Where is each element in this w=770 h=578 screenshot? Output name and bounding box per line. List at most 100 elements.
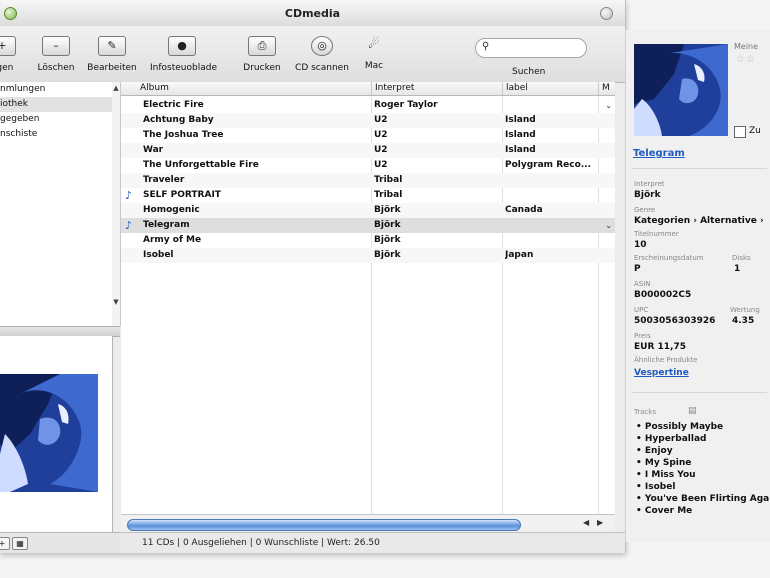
table-row[interactable]: Traveler Tribal <box>121 173 615 188</box>
album-table: Album Interpret label M Electric Fire Ro… <box>121 82 615 514</box>
label-cell: Island <box>505 115 536 125</box>
edit-label: Bearbeiten <box>87 63 137 73</box>
tracks-label: Tracks <box>634 408 656 416</box>
printer-icon: ⎙ <box>248 36 276 56</box>
mac-label: Mac <box>364 61 384 71</box>
search-input[interactable] <box>496 41 582 53</box>
sidebar-scrollbar[interactable]: ▲ ▼ <box>112 82 121 326</box>
label-cell: Japan <box>505 250 534 260</box>
checkbox[interactable] <box>734 126 746 138</box>
checkbox-label: Zu <box>749 126 761 136</box>
field-value: P <box>634 264 641 274</box>
album-cell: Homogenic <box>143 205 200 215</box>
artist-cell: Björk <box>374 235 401 245</box>
status-bar: 11 CDs | 0 Ausgeliehen | 0 Wunschliste |… <box>120 532 625 553</box>
tracks-list-icon[interactable]: ▤ <box>688 406 697 416</box>
field-value: 5003056303926 <box>634 316 716 326</box>
network-icon: ☄ <box>368 37 380 52</box>
table-row[interactable]: Electric Fire Roger Taylor ⌄ <box>121 98 615 113</box>
edit-button[interactable]: ✎ Bearbeiten <box>80 36 144 73</box>
scroll-down-icon[interactable]: ▼ <box>112 298 120 306</box>
field-label: Interpret <box>634 180 665 188</box>
sidebar-item-library[interactable]: iothek <box>0 97 112 112</box>
search-box: ⚲ <box>475 38 587 58</box>
sidebar: nmlungen iothek gegeben nschiste <box>0 82 113 326</box>
info-icon: ● <box>168 36 196 56</box>
track-item: • My Spine <box>636 458 692 468</box>
album-cell: War <box>143 145 164 155</box>
scroll-thumb[interactable] <box>127 519 521 531</box>
scroll-right-icon[interactable]: ▶ <box>597 518 603 527</box>
chevron-down-icon: ⌄ <box>605 101 612 110</box>
table-row[interactable]: ♪ SELF PORTRAIT Tribal <box>121 188 615 203</box>
mac-button[interactable]: ☄ Mac <box>342 36 406 71</box>
sidebar-item-collections[interactable]: nmlungen <box>0 82 112 97</box>
sidebar-item-wishlist[interactable]: nschiste <box>0 127 112 142</box>
table-row-selected[interactable]: ♪ Telegram Björk ⌄ <box>121 218 615 233</box>
column-album[interactable]: Album <box>137 82 372 95</box>
track-item: • I Miss You <box>636 470 696 480</box>
table-row[interactable]: War U2 Island <box>121 143 615 158</box>
table-row[interactable]: The Joshua Tree U2 Island <box>121 128 615 143</box>
status-text: 11 CDs | 0 Ausgeliehen | 0 Wunschliste |… <box>142 538 380 548</box>
field-value: B000002C5 <box>634 290 692 300</box>
info-drawer: Meine ☆☆ Zu Telegram Interpret Björk Gen… <box>625 30 770 542</box>
scroll-up-icon[interactable]: ▲ <box>112 84 120 92</box>
field-label: Genre <box>634 206 656 214</box>
artist-cell: Tribal <box>374 190 403 200</box>
label-cell: Canada <box>505 205 543 215</box>
table-header: Album Interpret label M <box>121 82 615 96</box>
title-bar: CDmedia <box>0 0 625 27</box>
track-item: • You've Been Flirting Again <box>636 494 770 504</box>
horizontal-scrollbar[interactable]: ◀ ▶ <box>121 514 615 533</box>
track-item: • Cover Me <box>636 506 693 516</box>
artist-cell: Björk <box>374 250 401 260</box>
add-icon: + <box>0 36 16 56</box>
track-item: • Hyperballad <box>636 434 707 444</box>
window-title: CDmedia <box>284 7 341 20</box>
field-value: 10 <box>634 240 647 250</box>
divider <box>632 392 767 393</box>
artist-cell: U2 <box>374 145 388 155</box>
table-row[interactable]: Achtung Baby U2 Island <box>121 113 615 128</box>
album-cell: Traveler <box>143 175 185 185</box>
music-note-icon: ♪ <box>125 219 133 232</box>
album-cell: Telegram <box>143 220 190 230</box>
table-row[interactable]: Army of Me Björk <box>121 233 615 248</box>
artist-cell: U2 <box>374 115 388 125</box>
album-cover-image <box>0 374 98 492</box>
artist-cell: Tribal <box>374 175 403 185</box>
label-cell <box>505 218 597 233</box>
similar-product-link[interactable]: Vespertine <box>634 368 689 378</box>
toolbar: + ügen – Löschen ✎ Bearbeiten ● Infosteu… <box>0 26 625 83</box>
label-cell: Polygram Reco... <box>505 160 592 170</box>
sidebar-footer: + ▦ <box>0 532 120 553</box>
delete-button[interactable]: – Löschen <box>24 36 88 73</box>
album-title-link[interactable]: Telegram <box>633 148 685 159</box>
sidebar-item-lent[interactable]: gegeben <box>0 112 112 127</box>
field-label: Ähnliche Produkte <box>634 356 698 364</box>
field-value: Kategorien › Alternative › <box>634 216 764 226</box>
scroll-left-icon[interactable]: ◀ <box>583 518 589 527</box>
column-label[interactable]: label <box>502 82 602 95</box>
field-value: 1 <box>734 264 741 274</box>
rating-stars[interactable]: ☆☆ <box>736 54 756 65</box>
album-cell: Achtung Baby <box>143 115 214 125</box>
table-row[interactable]: The Unforgettable Fire U2 Polygram Reco.… <box>121 158 615 173</box>
column-artist[interactable]: Interpret <box>371 82 503 95</box>
album-cell: Isobel <box>143 250 174 260</box>
sidebar-options-icon[interactable]: ▦ <box>12 537 28 550</box>
info-drawer-button[interactable]: ● Infosteuoblade <box>150 36 217 73</box>
artist-cell: Björk <box>374 205 401 215</box>
divider <box>632 168 767 169</box>
main-window: CDmedia + ügen – Löschen ✎ Bearbeiten ● … <box>0 0 626 553</box>
column-m[interactable]: M <box>598 82 616 95</box>
print-label: Drucken <box>243 63 281 73</box>
label-cell: Island <box>505 130 536 140</box>
table-row[interactable]: Homogenic Björk Canada <box>121 203 615 218</box>
table-row[interactable]: Isobel Björk Japan <box>121 248 615 263</box>
minus-icon: – <box>42 36 70 56</box>
label-cell <box>505 173 597 188</box>
add-list-button[interactable]: + <box>0 537 10 550</box>
print-button[interactable]: ⎙ Drucken <box>230 36 294 73</box>
